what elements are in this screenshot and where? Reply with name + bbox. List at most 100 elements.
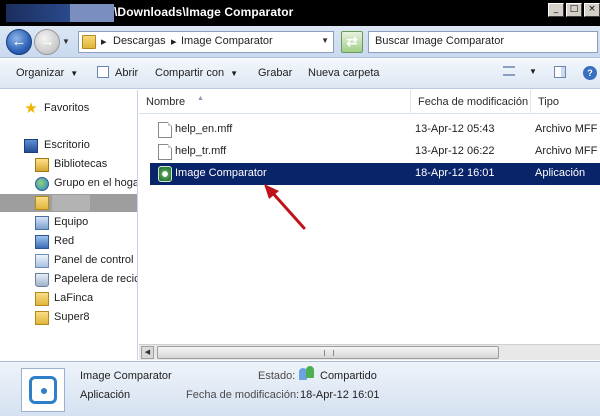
details-type: Aplicación bbox=[80, 389, 131, 401]
preview-pane-icon[interactable] bbox=[554, 66, 566, 78]
document-icon bbox=[158, 144, 172, 160]
nav-label: Papelera de recic bbox=[54, 273, 138, 285]
nav-item-redacted-user[interactable] bbox=[0, 194, 137, 212]
shared-users-icon bbox=[299, 366, 315, 380]
nav-label: Equipo bbox=[54, 216, 89, 228]
open-icon bbox=[97, 66, 109, 78]
nav-label: Panel de control bbox=[54, 254, 134, 266]
column-label: Fecha de modificación bbox=[418, 96, 529, 108]
column-headers: Nombre ▲ Fecha de modificación Tipo bbox=[139, 90, 600, 114]
column-header-modified[interactable]: Fecha de modificación bbox=[411, 90, 531, 114]
crumb-descargas[interactable]: Descargas bbox=[113, 35, 166, 47]
file-modified: 13-Apr-12 05:43 bbox=[415, 123, 495, 135]
recent-pages-dropdown[interactable]: ▼ bbox=[62, 37, 70, 46]
nav-item-libraries[interactable]: Bibliotecas bbox=[0, 156, 137, 174]
scroll-left-button[interactable]: ◀ bbox=[141, 346, 154, 359]
nav-label: Escritorio bbox=[44, 139, 90, 151]
details-state-label: Estado: bbox=[258, 370, 296, 382]
window-title: \Downloads\Image Comparator bbox=[114, 5, 294, 19]
chevron-down-icon: ▼ bbox=[70, 69, 79, 78]
crumb-image-comparator[interactable]: Image Comparator bbox=[181, 35, 273, 47]
title-redaction-2 bbox=[70, 4, 114, 22]
nav-item-lafinca[interactable]: LaFinca bbox=[0, 290, 137, 308]
file-modified: 18-Apr-12 16:01 bbox=[415, 167, 495, 179]
title-bar: \Downloads\Image Comparator _ □ × bbox=[0, 0, 600, 26]
network-icon bbox=[35, 235, 49, 249]
file-row[interactable]: help_tr.mff 13-Apr-12 06:22 Archivo MFF bbox=[150, 141, 600, 163]
column-header-name[interactable]: Nombre ▲ bbox=[139, 90, 411, 114]
nav-label: LaFinca bbox=[54, 292, 94, 304]
address-box[interactable]: ▸ Descargas ▸ Image Comparator ▼ bbox=[78, 31, 334, 53]
column-header-type[interactable]: Tipo bbox=[531, 90, 600, 114]
views-icon[interactable] bbox=[503, 66, 515, 76]
app-symbol-dot bbox=[41, 388, 47, 394]
crumb-separator-icon: ▸ bbox=[101, 36, 107, 48]
nav-label: Favoritos bbox=[44, 102, 90, 114]
file-type: Archivo MFF bbox=[535, 123, 598, 135]
minimize-button[interactable]: _ bbox=[548, 3, 564, 17]
scroll-thumb[interactable] bbox=[157, 346, 499, 359]
nav-item-favorites[interactable]: ★ Favoritos bbox=[0, 100, 137, 118]
nav-item-network[interactable]: Red bbox=[0, 233, 137, 251]
star-icon: ★ bbox=[24, 100, 38, 117]
forward-button[interactable]: → bbox=[34, 29, 60, 55]
horizontal-scrollbar[interactable]: ◀ bbox=[139, 344, 600, 360]
search-input[interactable]: Buscar Image Comparator bbox=[368, 31, 598, 53]
crumb-separator-icon: ▸ bbox=[171, 36, 177, 48]
file-row[interactable]: help_en.mff 13-Apr-12 05:43 Archivo MFF bbox=[150, 119, 600, 141]
app-large-icon bbox=[21, 368, 65, 412]
details-state-value: Compartido bbox=[320, 370, 377, 382]
share-menu[interactable]: Compartir con ▼ bbox=[155, 67, 238, 79]
desktop-icon bbox=[24, 139, 38, 153]
window-controls: _ □ × bbox=[548, 3, 600, 17]
views-dropdown-icon[interactable]: ▼ bbox=[529, 67, 537, 76]
annotation-arrow-icon bbox=[264, 184, 306, 230]
nav-item-control-panel[interactable]: Panel de control bbox=[0, 252, 137, 270]
navigation-pane: ★ Favoritos Escritorio Bibliotecas Grupo… bbox=[0, 90, 138, 360]
nav-label: Red bbox=[54, 235, 75, 247]
burn-button[interactable]: Grabar bbox=[258, 67, 292, 79]
file-type: Archivo MFF bbox=[535, 145, 598, 157]
nav-item-desktop[interactable]: Escritorio bbox=[0, 137, 137, 155]
details-modified-value: 18-Apr-12 16:01 bbox=[300, 389, 380, 401]
nav-item-computer[interactable]: Equipo bbox=[0, 214, 137, 232]
details-name: Image Comparator bbox=[80, 370, 172, 382]
nav-label: Super8 bbox=[54, 311, 90, 323]
user-folder-icon bbox=[35, 196, 49, 210]
computer-icon bbox=[35, 216, 49, 230]
details-pane: Image Comparator Aplicación Estado: Comp… bbox=[0, 361, 600, 416]
organize-menu[interactable]: Organizar ▼ bbox=[16, 67, 78, 79]
new-folder-button[interactable]: Nueva carpeta bbox=[308, 67, 380, 79]
close-button[interactable]: × bbox=[584, 3, 600, 17]
file-row-selected[interactable]: Image Comparator 18-Apr-12 16:01 Aplicac… bbox=[150, 163, 600, 185]
file-name: Image Comparator bbox=[175, 167, 267, 179]
help-icon[interactable]: ? bbox=[583, 66, 597, 80]
nav-label: Grupo en el hoga bbox=[54, 177, 138, 189]
document-icon bbox=[158, 122, 172, 138]
folder-icon bbox=[35, 311, 49, 325]
file-name: help_tr.mff bbox=[175, 145, 227, 157]
column-label: Nombre bbox=[146, 96, 186, 108]
nav-item-homegroup[interactable]: Grupo en el hoga bbox=[0, 175, 138, 193]
recycle-bin-icon bbox=[35, 273, 49, 287]
back-button[interactable]: ← bbox=[6, 29, 32, 55]
grip-icon bbox=[324, 350, 334, 356]
column-label: Tipo bbox=[538, 96, 559, 108]
folder-icon bbox=[82, 35, 96, 49]
control-panel-icon bbox=[35, 254, 49, 268]
user-icon bbox=[306, 366, 314, 378]
open-button[interactable]: Abrir bbox=[115, 67, 138, 79]
homegroup-icon bbox=[35, 177, 49, 191]
nav-item-recycle-bin[interactable]: Papelera de recic bbox=[0, 271, 138, 289]
file-type: Aplicación bbox=[535, 167, 586, 179]
nav-item-super8[interactable]: Super8 bbox=[0, 309, 137, 327]
command-bar: Organizar ▼ Abrir Compartir con ▼ Grabar N… bbox=[0, 59, 600, 89]
folder-icon bbox=[35, 292, 49, 306]
nav-label: Bibliotecas bbox=[54, 158, 108, 170]
maximize-button[interactable]: □ bbox=[566, 3, 582, 17]
search-placeholder: Buscar Image Comparator bbox=[375, 35, 504, 47]
chevron-down-icon: ▼ bbox=[230, 69, 238, 78]
address-dropdown-icon[interactable]: ▼ bbox=[321, 36, 329, 45]
organize-label: Organizar bbox=[16, 67, 65, 79]
refresh-button[interactable]: ⇄ bbox=[341, 31, 363, 53]
